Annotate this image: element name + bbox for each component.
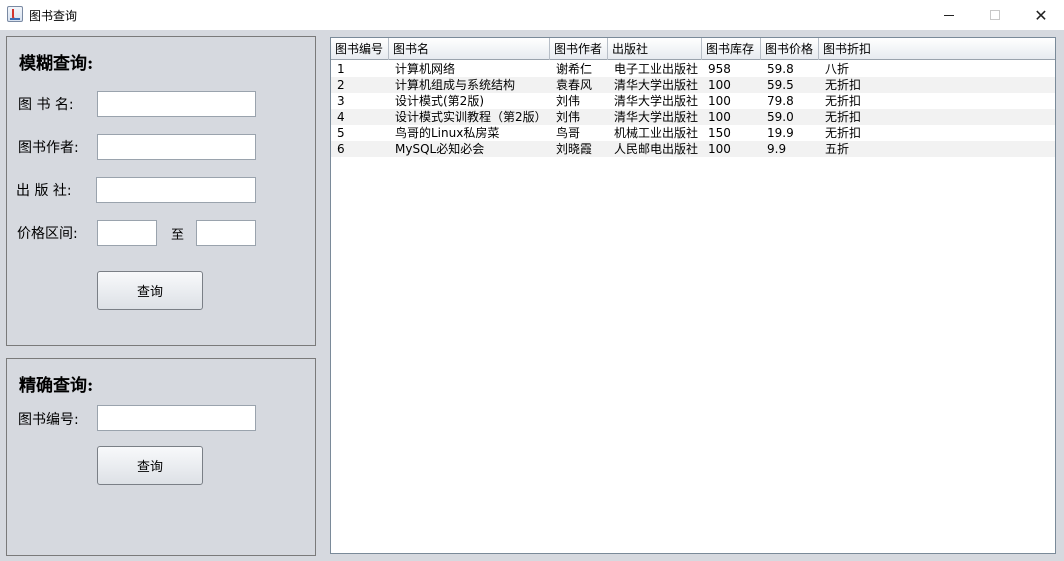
column-header-publisher[interactable]: 出版社 [608, 38, 702, 60]
cell-price: 59.0 [767, 110, 794, 124]
cell-stock: 100 [708, 110, 731, 124]
close-icon: ✕ [1034, 5, 1048, 25]
cell-price: 79.8 [767, 94, 794, 108]
table-body: 1 计算机网络 谢希仁 电子工业出版社 958 59.8 八折 2 计算机组成与… [331, 61, 1055, 157]
cell-name: 鸟哥的Linux私房菜 [395, 126, 500, 140]
fuzzy-query-button[interactable]: 查询 [97, 271, 203, 310]
close-button[interactable]: ✕ [1018, 0, 1064, 30]
cell-discount: 五折 [825, 142, 850, 156]
exact-query-button[interactable]: 查询 [97, 446, 203, 485]
column-header-price[interactable]: 图书价格 [761, 38, 819, 60]
price-to-label: 至 [171, 228, 185, 243]
cell-id: 6 [337, 142, 345, 156]
fuzzy-query-panel: 模糊查询: 图 书 名: 图书作者: 出 版 社: 价格区间: 至 查询 [6, 36, 316, 346]
price-range-label: 价格区间: [17, 226, 78, 242]
price-min-input[interactable] [97, 220, 157, 246]
column-header-id[interactable]: 图书编号 [331, 38, 389, 60]
cell-author: 谢希仁 [556, 62, 593, 76]
price-max-input[interactable] [196, 220, 256, 246]
cell-stock: 150 [708, 126, 731, 140]
fuzzy-query-title: 模糊查询: [19, 54, 94, 74]
cell-name: 设计模式(第2版) [395, 94, 484, 108]
cell-discount: 无折扣 [825, 126, 862, 140]
cell-price: 59.5 [767, 78, 794, 92]
cell-id: 4 [337, 110, 345, 124]
cell-discount: 八折 [825, 62, 850, 76]
cell-publisher: 清华大学出版社 [614, 94, 699, 108]
java-cup-icon [7, 6, 23, 22]
cell-author: 鸟哥 [556, 126, 581, 140]
cell-publisher: 人民邮电出版社 [614, 142, 699, 156]
table-header: 图书编号 图书名 图书作者 出版社 图书库存 图书价格 图书折扣 [331, 38, 1055, 60]
books-table[interactable]: 图书编号 图书名 图书作者 出版社 图书库存 图书价格 图书折扣 1 计算机网络… [330, 37, 1056, 554]
cell-price: 19.9 [767, 126, 794, 140]
cell-author: 刘伟 [556, 110, 581, 124]
cell-stock: 100 [708, 78, 731, 92]
client-area: 模糊查询: 图 书 名: 图书作者: 出 版 社: 价格区间: 至 查询 精确查… [0, 30, 1064, 561]
cell-author: 刘晓霞 [556, 142, 593, 156]
cell-author: 袁春风 [556, 78, 593, 92]
cell-id: 3 [337, 94, 345, 108]
table-row[interactable]: 2 计算机组成与系统结构 袁春风 清华大学出版社 100 59.5 无折扣 [331, 77, 1055, 93]
cell-stock: 958 [708, 62, 731, 76]
publisher-input[interactable] [96, 177, 256, 203]
maximize-icon [990, 10, 1000, 20]
cell-stock: 100 [708, 94, 731, 108]
cell-publisher: 清华大学出版社 [614, 78, 699, 92]
cell-price: 9.9 [767, 142, 787, 156]
cell-id: 1 [337, 62, 345, 76]
cell-name: 计算机网络 [395, 62, 456, 76]
book-author-input[interactable] [97, 134, 256, 160]
book-name-label: 图 书 名: [18, 97, 74, 113]
cell-discount: 无折扣 [825, 94, 862, 108]
maximize-button[interactable] [972, 0, 1018, 30]
exact-query-title: 精确查询: [19, 376, 94, 396]
column-header-stock[interactable]: 图书库存 [702, 38, 761, 60]
column-header-discount[interactable]: 图书折扣 [819, 38, 1055, 60]
cell-discount: 无折扣 [825, 78, 862, 92]
cell-name: 设计模式实训教程（第2版） [395, 110, 547, 124]
cell-id: 5 [337, 126, 345, 140]
window-title: 图书查询 [29, 9, 78, 23]
book-name-input[interactable] [97, 91, 256, 117]
cell-publisher: 机械工业出版社 [614, 126, 699, 140]
exact-query-panel: 精确查询: 图书编号: 查询 [6, 358, 316, 556]
table-row[interactable]: 5 鸟哥的Linux私房菜 鸟哥 机械工业出版社 150 19.9 无折扣 [331, 125, 1055, 141]
column-header-name[interactable]: 图书名 [389, 38, 550, 60]
book-id-input[interactable] [97, 405, 256, 431]
minimize-icon [944, 14, 954, 16]
minimize-button[interactable] [926, 0, 972, 30]
cell-stock: 100 [708, 142, 731, 156]
cell-author: 刘伟 [556, 94, 581, 108]
table-row[interactable]: 4 设计模式实训教程（第2版） 刘伟 清华大学出版社 100 59.0 无折扣 [331, 109, 1055, 125]
cell-price: 59.8 [767, 62, 794, 76]
publisher-label: 出 版 社: [16, 183, 72, 199]
book-author-label: 图书作者: [18, 140, 79, 156]
title-bar: 图书查询 ✕ [0, 0, 1064, 30]
table-row[interactable]: 3 设计模式(第2版) 刘伟 清华大学出版社 100 79.8 无折扣 [331, 93, 1055, 109]
cell-id: 2 [337, 78, 345, 92]
cell-discount: 无折扣 [825, 110, 862, 124]
cell-name: MySQL必知必会 [395, 142, 485, 156]
cell-name: 计算机组成与系统结构 [395, 78, 516, 92]
table-row[interactable]: 6 MySQL必知必会 刘晓霞 人民邮电出版社 100 9.9 五折 [331, 141, 1055, 157]
cell-publisher: 清华大学出版社 [614, 110, 699, 124]
book-id-label: 图书编号: [18, 412, 79, 428]
column-header-author[interactable]: 图书作者 [550, 38, 608, 60]
table-row[interactable]: 1 计算机网络 谢希仁 电子工业出版社 958 59.8 八折 [331, 61, 1055, 77]
cell-publisher: 电子工业出版社 [614, 62, 699, 76]
